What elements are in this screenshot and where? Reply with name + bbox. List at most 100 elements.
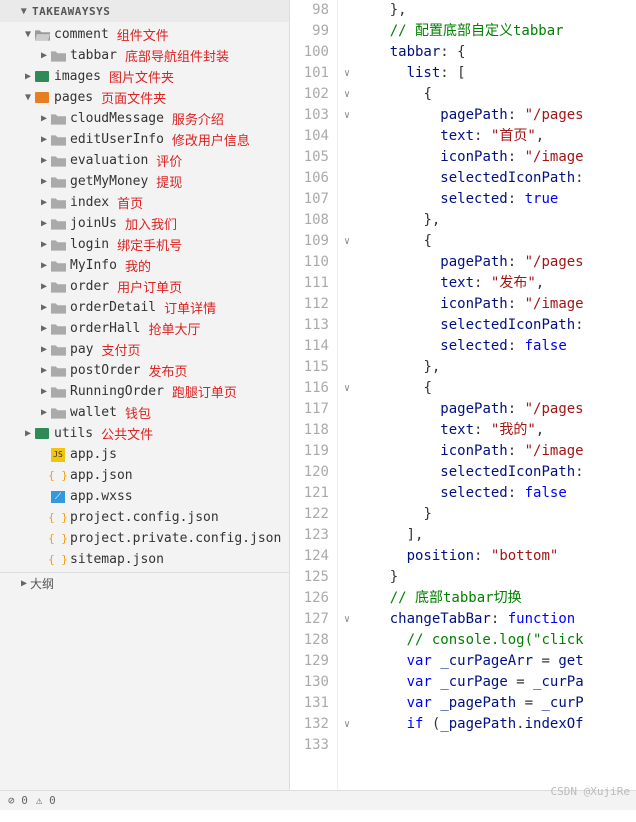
code-line[interactable]: pagePath: "/pages — [356, 399, 636, 420]
code-line[interactable]: pagePath: "/pages — [356, 105, 636, 126]
code-content[interactable]: }, // 配置底部自定义tabbar tabbar: { list: [ { … — [356, 0, 636, 790]
code-line[interactable]: { — [356, 378, 636, 399]
code-line[interactable]: iconPath: "/image — [356, 441, 636, 462]
fold-marker[interactable] — [338, 315, 356, 336]
code-line[interactable]: }, — [356, 210, 636, 231]
fold-marker[interactable] — [338, 273, 356, 294]
tree-item[interactable]: ▶joinUs加入我们 — [0, 213, 289, 234]
fold-marker[interactable] — [338, 336, 356, 357]
tree-item[interactable]: ▶MyInfo我的 — [0, 255, 289, 276]
fold-marker[interactable] — [338, 672, 356, 693]
fold-marker[interactable] — [338, 126, 356, 147]
code-line[interactable]: ], — [356, 525, 636, 546]
code-line[interactable]: pagePath: "/pages — [356, 252, 636, 273]
fold-marker[interactable] — [338, 294, 356, 315]
tree-item[interactable]: { }sitemap.json — [0, 549, 289, 570]
code-line[interactable]: } — [356, 567, 636, 588]
code-line[interactable]: selected: true — [356, 189, 636, 210]
code-line[interactable]: { — [356, 231, 636, 252]
code-line[interactable]: position: "bottom" — [356, 546, 636, 567]
fold-marker[interactable]: ∨ — [338, 378, 356, 399]
fold-marker[interactable]: ∨ — [338, 231, 356, 252]
fold-marker[interactable] — [338, 651, 356, 672]
tree-item[interactable]: ▶wallet钱包 — [0, 402, 289, 423]
code-line[interactable]: iconPath: "/image — [356, 147, 636, 168]
fold-marker[interactable] — [338, 504, 356, 525]
fold-marker[interactable] — [338, 483, 356, 504]
code-line[interactable] — [356, 735, 636, 756]
tree-item[interactable]: JSapp.js — [0, 444, 289, 465]
tree-item[interactable]: ▶index首页 — [0, 192, 289, 213]
tree-item[interactable]: ▶RunningOrder跑腿订单页 — [0, 381, 289, 402]
code-line[interactable]: text: "我的", — [356, 420, 636, 441]
fold-marker[interactable] — [338, 189, 356, 210]
code-line[interactable]: }, — [356, 0, 636, 21]
fold-marker[interactable] — [338, 252, 356, 273]
code-line[interactable]: }, — [356, 357, 636, 378]
code-line[interactable]: var _curPage = _curPa — [356, 672, 636, 693]
fold-marker[interactable] — [338, 147, 356, 168]
code-line[interactable]: // 配置底部自定义tabbar — [356, 21, 636, 42]
tree-item[interactable]: ▶evaluation评价 — [0, 150, 289, 171]
code-line[interactable]: if (_pagePath.indexOf — [356, 714, 636, 735]
fold-marker[interactable] — [338, 0, 356, 21]
fold-column[interactable]: ∨∨∨∨∨∨∨ — [338, 0, 356, 790]
code-editor[interactable]: 9899100101102103104105106107108109110111… — [290, 0, 636, 790]
fold-marker[interactable] — [338, 441, 356, 462]
tree-item[interactable]: ▶editUserInfo修改用户信息 — [0, 129, 289, 150]
fold-marker[interactable] — [338, 588, 356, 609]
code-line[interactable]: // console.log("click — [356, 630, 636, 651]
code-line[interactable]: var _pagePath = _curP — [356, 693, 636, 714]
tree-item[interactable]: ▶images图片文件夹 — [0, 66, 289, 87]
code-line[interactable]: selectedIconPath: — [356, 168, 636, 189]
tree-item[interactable]: ▼pages页面文件夹 — [0, 87, 289, 108]
code-line[interactable]: tabbar: { — [356, 42, 636, 63]
fold-marker[interactable] — [338, 462, 356, 483]
code-line[interactable]: list: [ — [356, 63, 636, 84]
fold-marker[interactable]: ∨ — [338, 714, 356, 735]
code-line[interactable]: text: "发布", — [356, 273, 636, 294]
tree-item[interactable]: { }project.private.config.json — [0, 528, 289, 549]
tree-item[interactable]: ▼comment组件文件 — [0, 24, 289, 45]
tree-item[interactable]: ▶tabbar底部导航组件封装 — [0, 45, 289, 66]
tree-item[interactable]: ▶orderDetail订单详情 — [0, 297, 289, 318]
fold-marker[interactable]: ∨ — [338, 84, 356, 105]
warning-count[interactable]: ⚠ 0 — [36, 794, 56, 807]
code-line[interactable]: selectedIconPath: — [356, 462, 636, 483]
code-line[interactable]: var _curPageArr = get — [356, 651, 636, 672]
code-line[interactable]: // 底部tabbar切换 — [356, 588, 636, 609]
fold-marker[interactable] — [338, 399, 356, 420]
fold-marker[interactable] — [338, 525, 356, 546]
fold-marker[interactable] — [338, 567, 356, 588]
tree-item[interactable]: ▶cloudMessage服务介绍 — [0, 108, 289, 129]
fold-marker[interactable] — [338, 42, 356, 63]
code-line[interactable]: selectedIconPath: — [356, 315, 636, 336]
code-line[interactable]: iconPath: "/image — [356, 294, 636, 315]
code-line[interactable]: changeTabBar: function — [356, 609, 636, 630]
fold-marker[interactable] — [338, 168, 356, 189]
fold-marker[interactable] — [338, 357, 356, 378]
tree-item[interactable]: ▶pay支付页 — [0, 339, 289, 360]
tree-item[interactable]: ▶getMyMoney提现 — [0, 171, 289, 192]
project-header[interactable]: ▼ TAKEAWAYSYS — [0, 0, 289, 22]
tree-item[interactable]: { }project.config.json — [0, 507, 289, 528]
code-line[interactable]: } — [356, 504, 636, 525]
tree-item[interactable]: ⟋app.wxss — [0, 486, 289, 507]
tree-item[interactable]: ▶orderHall抢单大厅 — [0, 318, 289, 339]
tree-item[interactable]: ▶postOrder发布页 — [0, 360, 289, 381]
code-line[interactable]: selected: false — [356, 336, 636, 357]
tree-item[interactable]: ▶order用户订单页 — [0, 276, 289, 297]
error-count[interactable]: ⊘ 0 — [8, 794, 28, 807]
tree-item[interactable]: { }app.json — [0, 465, 289, 486]
code-line[interactable]: text: "首页", — [356, 126, 636, 147]
outline-section[interactable]: ▶ 大纲 — [0, 572, 289, 594]
fold-marker[interactable]: ∨ — [338, 105, 356, 126]
fold-marker[interactable] — [338, 21, 356, 42]
tree-item[interactable]: ▶utils公共文件 — [0, 423, 289, 444]
fold-marker[interactable] — [338, 210, 356, 231]
code-line[interactable]: { — [356, 84, 636, 105]
code-line[interactable]: selected: false — [356, 483, 636, 504]
fold-marker[interactable] — [338, 630, 356, 651]
fold-marker[interactable]: ∨ — [338, 609, 356, 630]
fold-marker[interactable]: ∨ — [338, 63, 356, 84]
